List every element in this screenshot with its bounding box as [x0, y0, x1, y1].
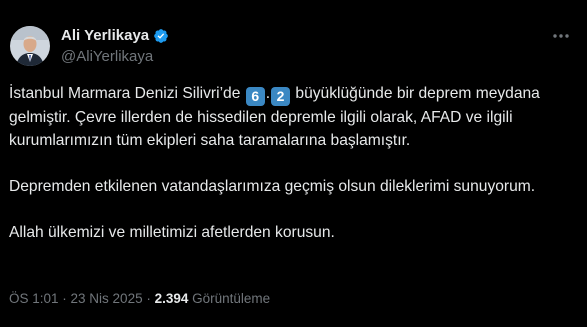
keycap-digit-2: 2 [271, 87, 291, 106]
author-name[interactable]: Ali Yerlikaya [61, 27, 149, 44]
meta-separator: · [58, 291, 71, 306]
keycap-digit-6: 6 [245, 87, 265, 106]
tweet-text: İstanbul Marmara Denizi Silivri’de 6.2 b… [9, 82, 579, 244]
verified-badge-icon [154, 28, 168, 43]
tweet-paragraph-3: Allah ülkemizi ve milletimizi afetlerden… [9, 224, 335, 241]
paragraph-1-start: İstanbul Marmara Denizi Silivri’de [9, 85, 245, 102]
author-handle[interactable]: @AliYerlikaya [61, 48, 153, 65]
tweet-card: Ali Yerlikaya @AliYerlikaya İstanbul Mar… [0, 0, 587, 327]
tweet-time[interactable]: ÖS 1:01 [9, 291, 59, 306]
more-horizontal-icon [553, 34, 569, 38]
meta-separator: · [142, 291, 155, 306]
views-count: 2.394 [154, 291, 189, 306]
author-name-row: Ali Yerlikaya [61, 27, 169, 44]
views-label: Görüntüleme [188, 291, 271, 306]
tweet-paragraph-2: Depremden etkilenen vatandaşlarımıza geç… [9, 178, 536, 195]
more-options-button[interactable] [549, 28, 573, 44]
magnitude-dot: . [265, 85, 271, 102]
tweet-date[interactable]: 23 Nis 2025 [71, 291, 143, 306]
avatar[interactable] [10, 26, 50, 66]
tweet-meta: ÖS 1:01 · 23 Nis 2025 · 2.394 Görüntülem… [9, 291, 270, 306]
avatar-photo [10, 26, 50, 66]
tweet-paragraph-1: İstanbul Marmara Denizi Silivri’de 6.2 b… [9, 82, 579, 152]
